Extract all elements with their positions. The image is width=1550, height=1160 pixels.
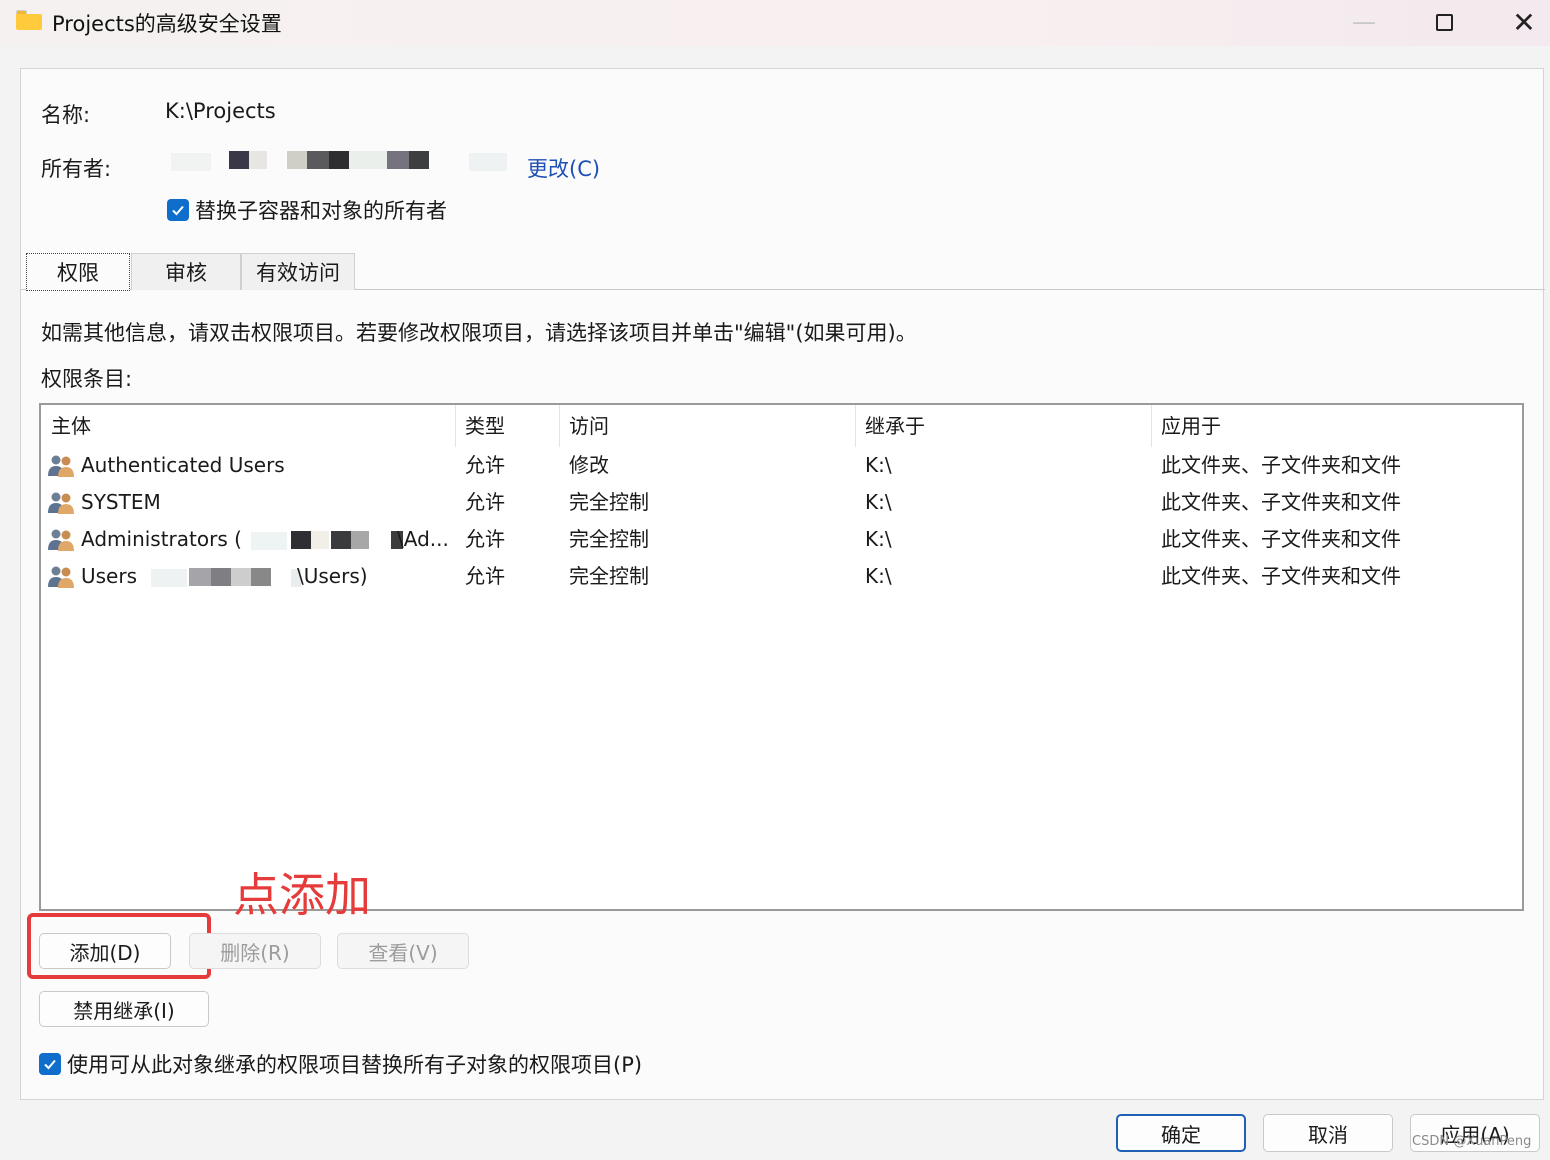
applies-cell: 此文件夹、子文件夹和文件: [1161, 490, 1401, 514]
principal-cell: Authenticated Users: [81, 453, 285, 477]
principal-suffix-cell: \Users): [297, 564, 368, 588]
close-button[interactable]: ✕: [1484, 0, 1550, 44]
access-cell: 完全控制: [569, 490, 649, 514]
type-cell: 允许: [465, 564, 505, 588]
name-label: 名称:: [41, 103, 91, 127]
minimize-icon: —: [1352, 8, 1376, 36]
replace-owner-label: 替换子容器和对象的所有者: [195, 199, 447, 223]
principal-cell: Users: [81, 564, 138, 588]
access-cell: 完全控制: [569, 527, 649, 551]
users-icon: [48, 455, 74, 477]
applies-cell: 此文件夹、子文件夹和文件: [1161, 453, 1401, 477]
inherited-cell: K:\: [865, 453, 892, 477]
maximize-icon: [1435, 13, 1453, 31]
replace-child-permissions-checkbox[interactable]: [39, 1053, 61, 1075]
entries-label: 权限条目:: [41, 367, 133, 391]
column-header-access[interactable]: 访问: [559, 411, 855, 447]
column-header-principal[interactable]: 主体: [41, 411, 455, 447]
inherited-cell: K:\: [865, 564, 892, 588]
remove-button[interactable]: 删除(R): [189, 933, 321, 969]
info-text: 如需其他信息，请双击权限项目。若要修改权限项目，请选择该项目并单击"编辑"(如果…: [41, 321, 917, 345]
add-button[interactable]: 添加(D): [39, 933, 171, 969]
permission-entries-list[interactable]: 主体 类型 访问 继承于 应用于 Authenticated Users 允许 …: [39, 403, 1524, 911]
view-button[interactable]: 查看(V): [337, 933, 469, 969]
column-header-applies-to[interactable]: 应用于: [1151, 411, 1521, 447]
type-cell: 允许: [465, 453, 505, 477]
annotation-text: 点添加: [233, 868, 371, 922]
replace-owner-checkbox[interactable]: [167, 199, 189, 221]
type-cell: 允许: [465, 490, 505, 514]
close-icon: ✕: [1512, 5, 1536, 39]
inherited-cell: K:\: [865, 490, 892, 514]
table-row[interactable]: Users \Users) 允许 完全控制 K:\ 此文件夹、子文件夹和文件: [41, 558, 1521, 595]
type-cell: 允许: [465, 527, 505, 551]
replace-child-permissions-label: 使用可从此对象继承的权限项目替换所有子对象的权限项目(P): [67, 1053, 643, 1077]
principal-suffix-cell: \Ad...: [397, 527, 449, 551]
column-header-type[interactable]: 类型: [455, 411, 559, 447]
tab-audit[interactable]: 审核: [131, 253, 241, 290]
principal-cell: SYSTEM: [81, 490, 161, 514]
change-owner-link[interactable]: 更改(C): [527, 153, 600, 183]
table-row[interactable]: SYSTEM 允许 完全控制 K:\ 此文件夹、子文件夹和文件: [41, 484, 1521, 521]
main-panel: 名称: K:\Projects 所有者: 更改(C) 替换子容器和对象的所有者 …: [20, 68, 1545, 1100]
window-title: Projects的高级安全设置: [52, 12, 282, 36]
minimize-button[interactable]: —: [1324, 0, 1404, 44]
principal-cell: Administrators (: [81, 527, 241, 551]
watermark: CSDN @XuanPeng: [1412, 1134, 1532, 1149]
applies-cell: 此文件夹、子文件夹和文件: [1161, 564, 1401, 588]
title-bar: Projects的高级安全设置 — ✕: [0, 0, 1550, 46]
access-cell: 修改: [569, 453, 609, 477]
maximize-button[interactable]: [1404, 0, 1484, 44]
table-row[interactable]: Administrators ( \Ad... 允许 完全控制 K:\ 此文件夹…: [41, 521, 1521, 558]
tab-permissions[interactable]: 权限: [26, 253, 130, 291]
name-value: K:\Projects: [165, 99, 276, 123]
owner-label: 所有者:: [41, 157, 112, 181]
access-cell: 完全控制: [569, 564, 649, 588]
cancel-button[interactable]: 取消: [1263, 1114, 1393, 1152]
checkmark-icon: [172, 205, 184, 216]
checkmark-icon: [44, 1059, 56, 1070]
users-icon: [48, 529, 74, 551]
inherited-cell: K:\: [865, 527, 892, 551]
users-icon: [48, 566, 74, 588]
disable-inheritance-button[interactable]: 禁用继承(I): [39, 991, 209, 1027]
tab-effective-access[interactable]: 有效访问: [241, 253, 355, 290]
users-icon: [48, 492, 74, 514]
applies-cell: 此文件夹、子文件夹和文件: [1161, 527, 1401, 551]
table-row[interactable]: Authenticated Users 允许 修改 K:\ 此文件夹、子文件夹和…: [41, 447, 1521, 484]
column-header-inherited-from[interactable]: 继承于: [855, 411, 1151, 447]
folder-icon: [16, 10, 42, 30]
ok-button[interactable]: 确定: [1116, 1114, 1246, 1152]
